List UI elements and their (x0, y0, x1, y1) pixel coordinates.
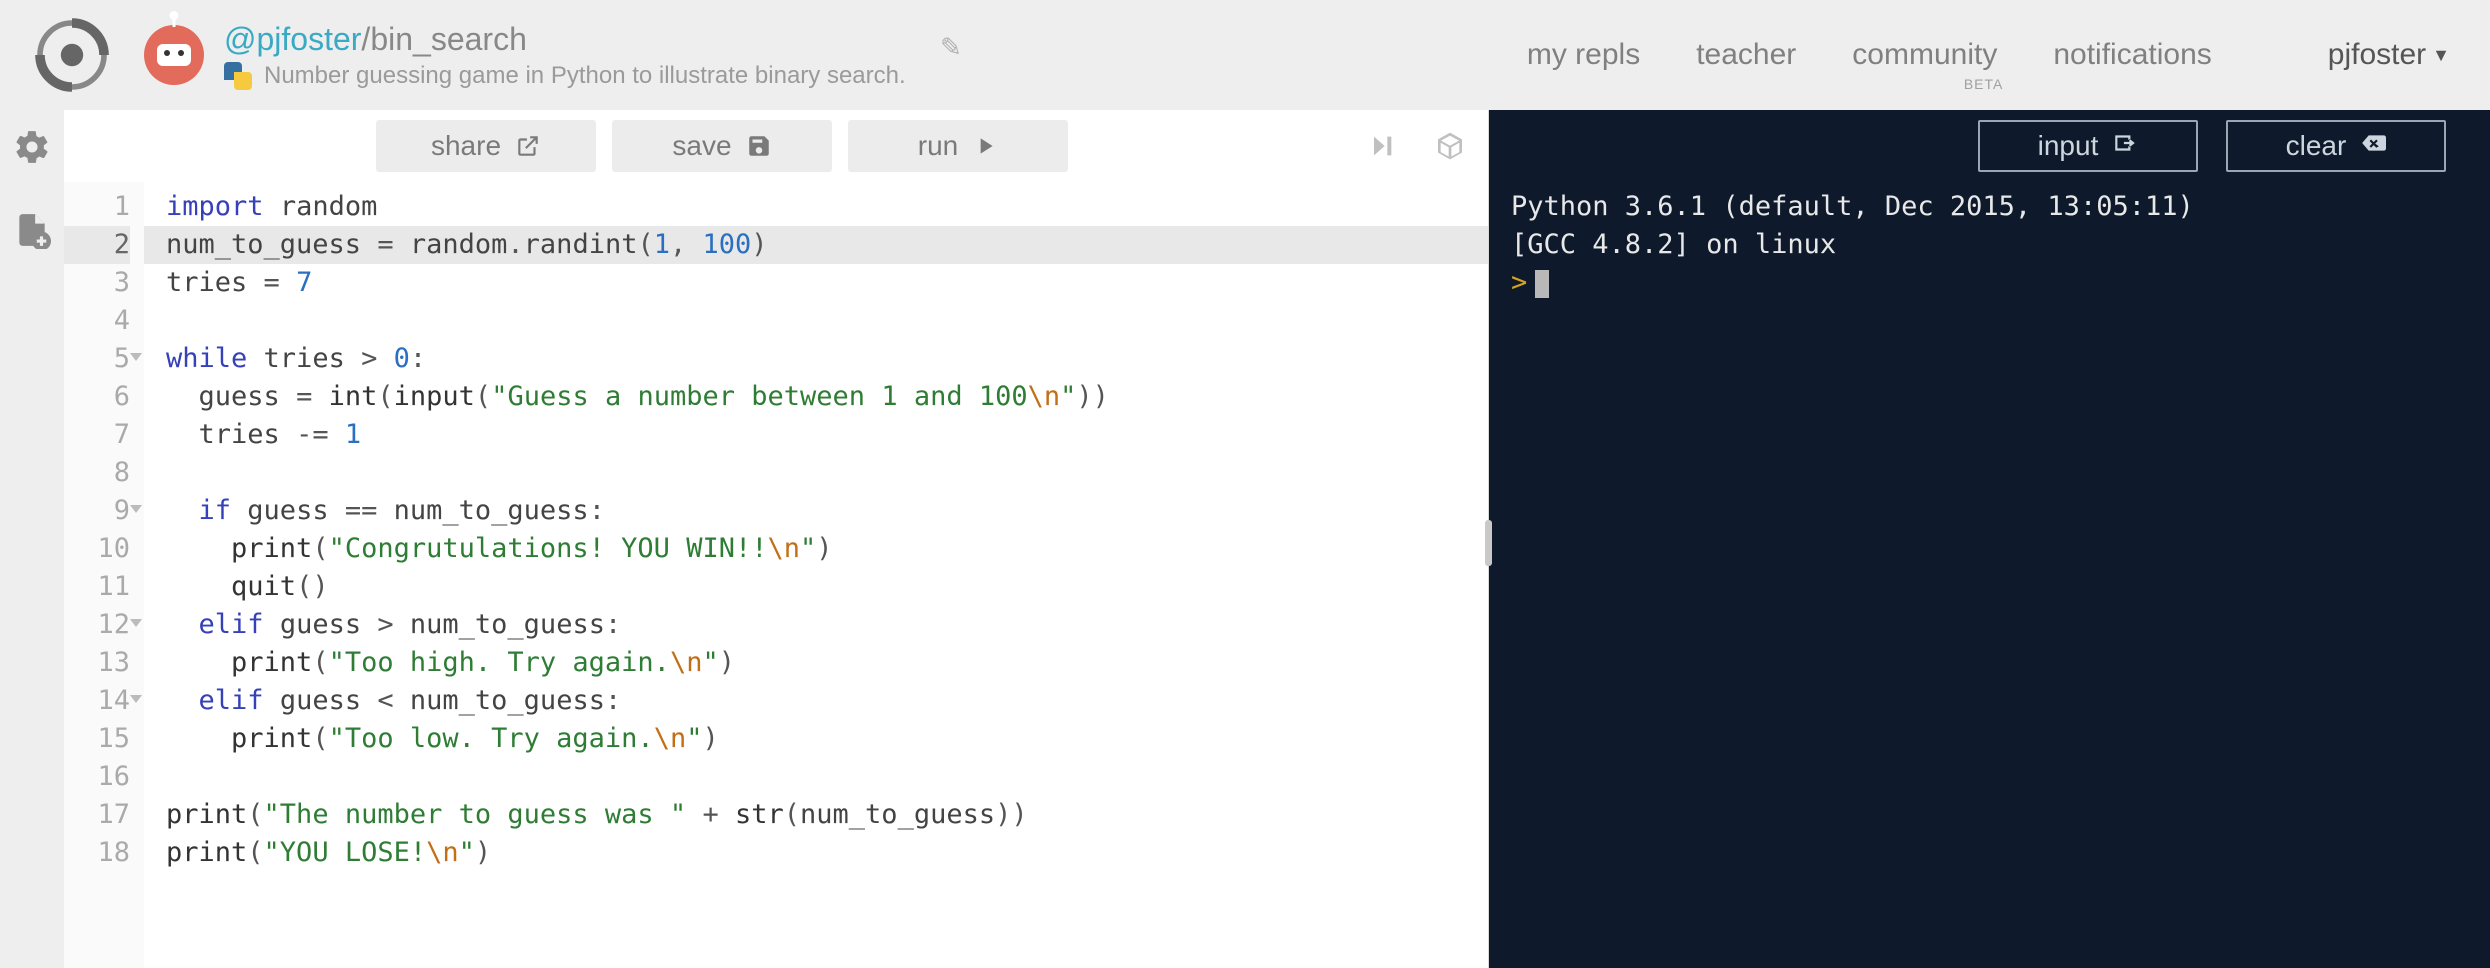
username-label: pjfoster (2328, 38, 2426, 72)
nav-my-repls[interactable]: my repls (1527, 38, 1640, 72)
backspace-icon (2360, 130, 2386, 163)
caret-down-icon: ▼ (2432, 45, 2450, 66)
code-line[interactable]: tries -= 1 (166, 416, 1488, 454)
code-editor[interactable]: 123456789101112131415161718 import rando… (64, 182, 1488, 968)
beta-badge: BETA (1964, 76, 2004, 92)
save-icon (746, 133, 772, 159)
code-line[interactable]: print("The number to guess was " + str(n… (166, 796, 1488, 834)
code-line[interactable]: print("YOU LOSE!\n") (166, 834, 1488, 872)
console-line: [GCC 4.8.2] on linux (1511, 229, 1836, 260)
console-clear-button[interactable]: clear (2226, 120, 2446, 172)
console-column: input clear Python 3.6.1 (default, Dec 2… (1489, 110, 2490, 968)
code-line[interactable]: print("Congrutulations! YOU WIN!!\n") (166, 530, 1488, 568)
share-icon (515, 133, 541, 159)
share-button[interactable]: share (376, 120, 596, 172)
owner-handle[interactable]: @pjfoster (224, 21, 361, 58)
top-nav: my repls teacher community BETA notifica… (1527, 38, 2450, 72)
package-icon[interactable] (1434, 130, 1466, 162)
play-icon (972, 133, 998, 159)
code-line[interactable]: if guess == num_to_guess: (166, 492, 1488, 530)
repl-name: bin_search (370, 21, 527, 58)
python-icon (224, 62, 252, 90)
settings-button[interactable] (13, 128, 51, 171)
header: @pjfoster/bin_search Number guessing gam… (0, 0, 2490, 110)
nav-teacher[interactable]: teacher (1696, 38, 1796, 72)
title-block: @pjfoster/bin_search Number guessing gam… (224, 21, 906, 90)
editor-column: share save run 1234567891011121314151617… (64, 110, 1488, 968)
save-button[interactable]: save (612, 120, 832, 172)
code-line[interactable] (166, 302, 1488, 340)
code-line[interactable]: print("Too high. Try again.\n") (166, 644, 1488, 682)
console-input-button[interactable]: input (1978, 120, 2198, 172)
console-output[interactable]: Python 3.6.1 (default, Dec 2015, 13:05:1… (1489, 182, 2490, 968)
repl-subtitle: Number guessing game in Python to illust… (224, 62, 906, 90)
code-line[interactable]: print("Too low. Try again.\n") (166, 720, 1488, 758)
console-line: Python 3.6.1 (default, Dec 2015, 13:05:1… (1511, 191, 2194, 222)
code-line[interactable] (166, 758, 1488, 796)
run-button[interactable]: run (848, 120, 1068, 172)
site-logo[interactable] (32, 15, 112, 95)
code-line[interactable]: while tries > 0: (166, 340, 1488, 378)
repl-description: Number guessing game in Python to illust… (264, 62, 906, 90)
nav-notifications[interactable]: notifications (2053, 38, 2211, 72)
code-line[interactable]: elif guess > num_to_guess: (166, 606, 1488, 644)
line-gutter: 123456789101112131415161718 (64, 182, 144, 968)
code-line[interactable]: num_to_guess = random.randint(1, 100) (144, 226, 1488, 264)
code-line[interactable] (166, 454, 1488, 492)
left-rail (0, 110, 64, 968)
console-prompt: > (1511, 267, 1527, 298)
code-line[interactable]: elif guess < num_to_guess: (166, 682, 1488, 720)
pane-resize-handle[interactable] (1488, 110, 1489, 968)
user-menu[interactable]: pjfoster ▼ (2328, 38, 2450, 72)
console-cursor (1535, 270, 1549, 298)
code-lines[interactable]: import randomnum_to_guess = random.randi… (144, 182, 1488, 968)
code-line[interactable]: tries = 7 (166, 264, 1488, 302)
code-line[interactable]: guess = int(input("Guess a number betwee… (166, 378, 1488, 416)
avatar[interactable] (144, 25, 204, 85)
new-file-button[interactable] (13, 211, 51, 254)
step-icon[interactable] (1366, 130, 1398, 162)
code-line[interactable]: quit() (166, 568, 1488, 606)
repl-title[interactable]: @pjfoster/bin_search (224, 21, 906, 58)
nav-community[interactable]: community BETA (1852, 38, 1997, 72)
edit-title-icon[interactable]: ✎ (940, 32, 962, 63)
console-toolbar: input clear (1489, 110, 2490, 182)
input-icon (2112, 130, 2138, 163)
main: share save run 1234567891011121314151617… (0, 110, 2490, 968)
code-line[interactable]: import random (166, 188, 1488, 226)
editor-toolbar: share save run (64, 110, 1488, 182)
